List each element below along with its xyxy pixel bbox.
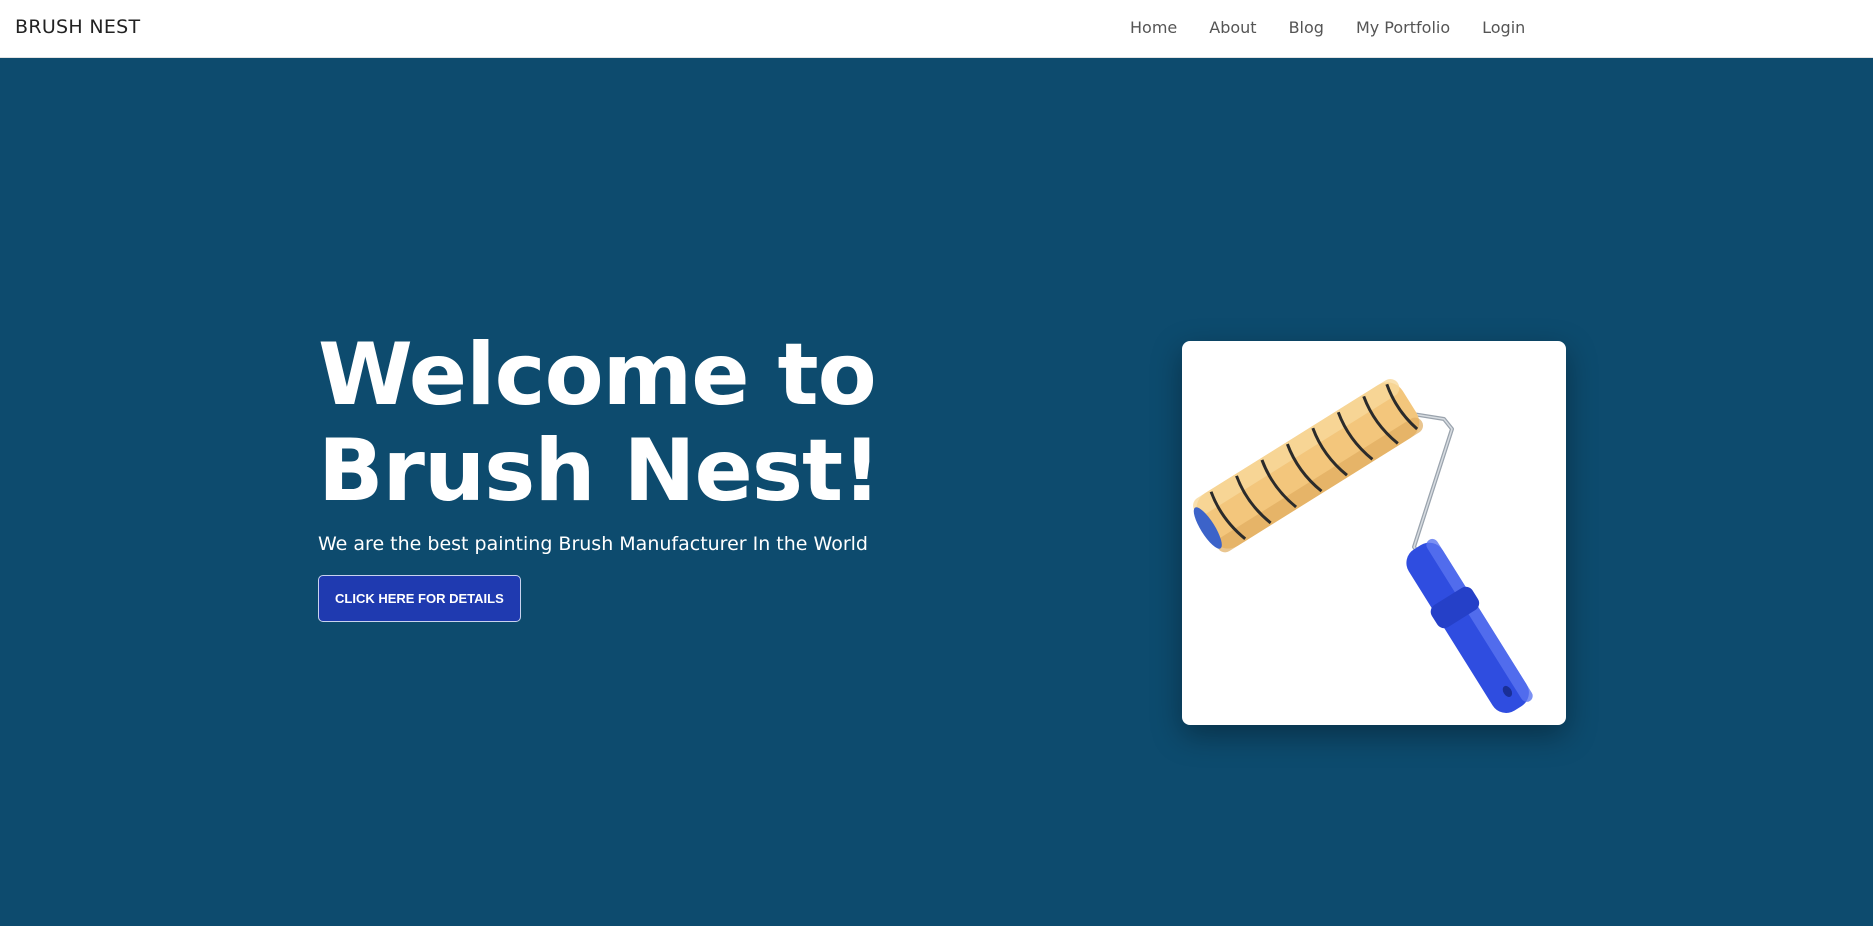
details-button[interactable]: CLICK HERE FOR DETAILS: [318, 575, 521, 622]
nav-link-about[interactable]: About: [1209, 18, 1256, 37]
navbar: BRUSH NEST Home About Blog My Portfolio …: [0, 0, 1873, 58]
brand-logo[interactable]: BRUSH NEST: [15, 16, 140, 38]
nav-link-login[interactable]: Login: [1482, 18, 1525, 37]
nav-link-blog[interactable]: Blog: [1289, 18, 1324, 37]
hero-subtitle: We are the best painting Brush Manufactu…: [318, 533, 868, 555]
hero-title: Welcome to Brush Nest!: [318, 325, 881, 521]
nav-link-my-portfolio[interactable]: My Portfolio: [1356, 18, 1450, 37]
nav-links: Home About Blog My Portfolio Login: [1130, 18, 1557, 37]
hero-text-block: Welcome to Brush Nest! We are the best p…: [318, 327, 1178, 622]
paint-roller-icon: [1193, 378, 1533, 713]
paint-roller-image: [1182, 341, 1566, 725]
nav-link-home[interactable]: Home: [1130, 18, 1177, 37]
